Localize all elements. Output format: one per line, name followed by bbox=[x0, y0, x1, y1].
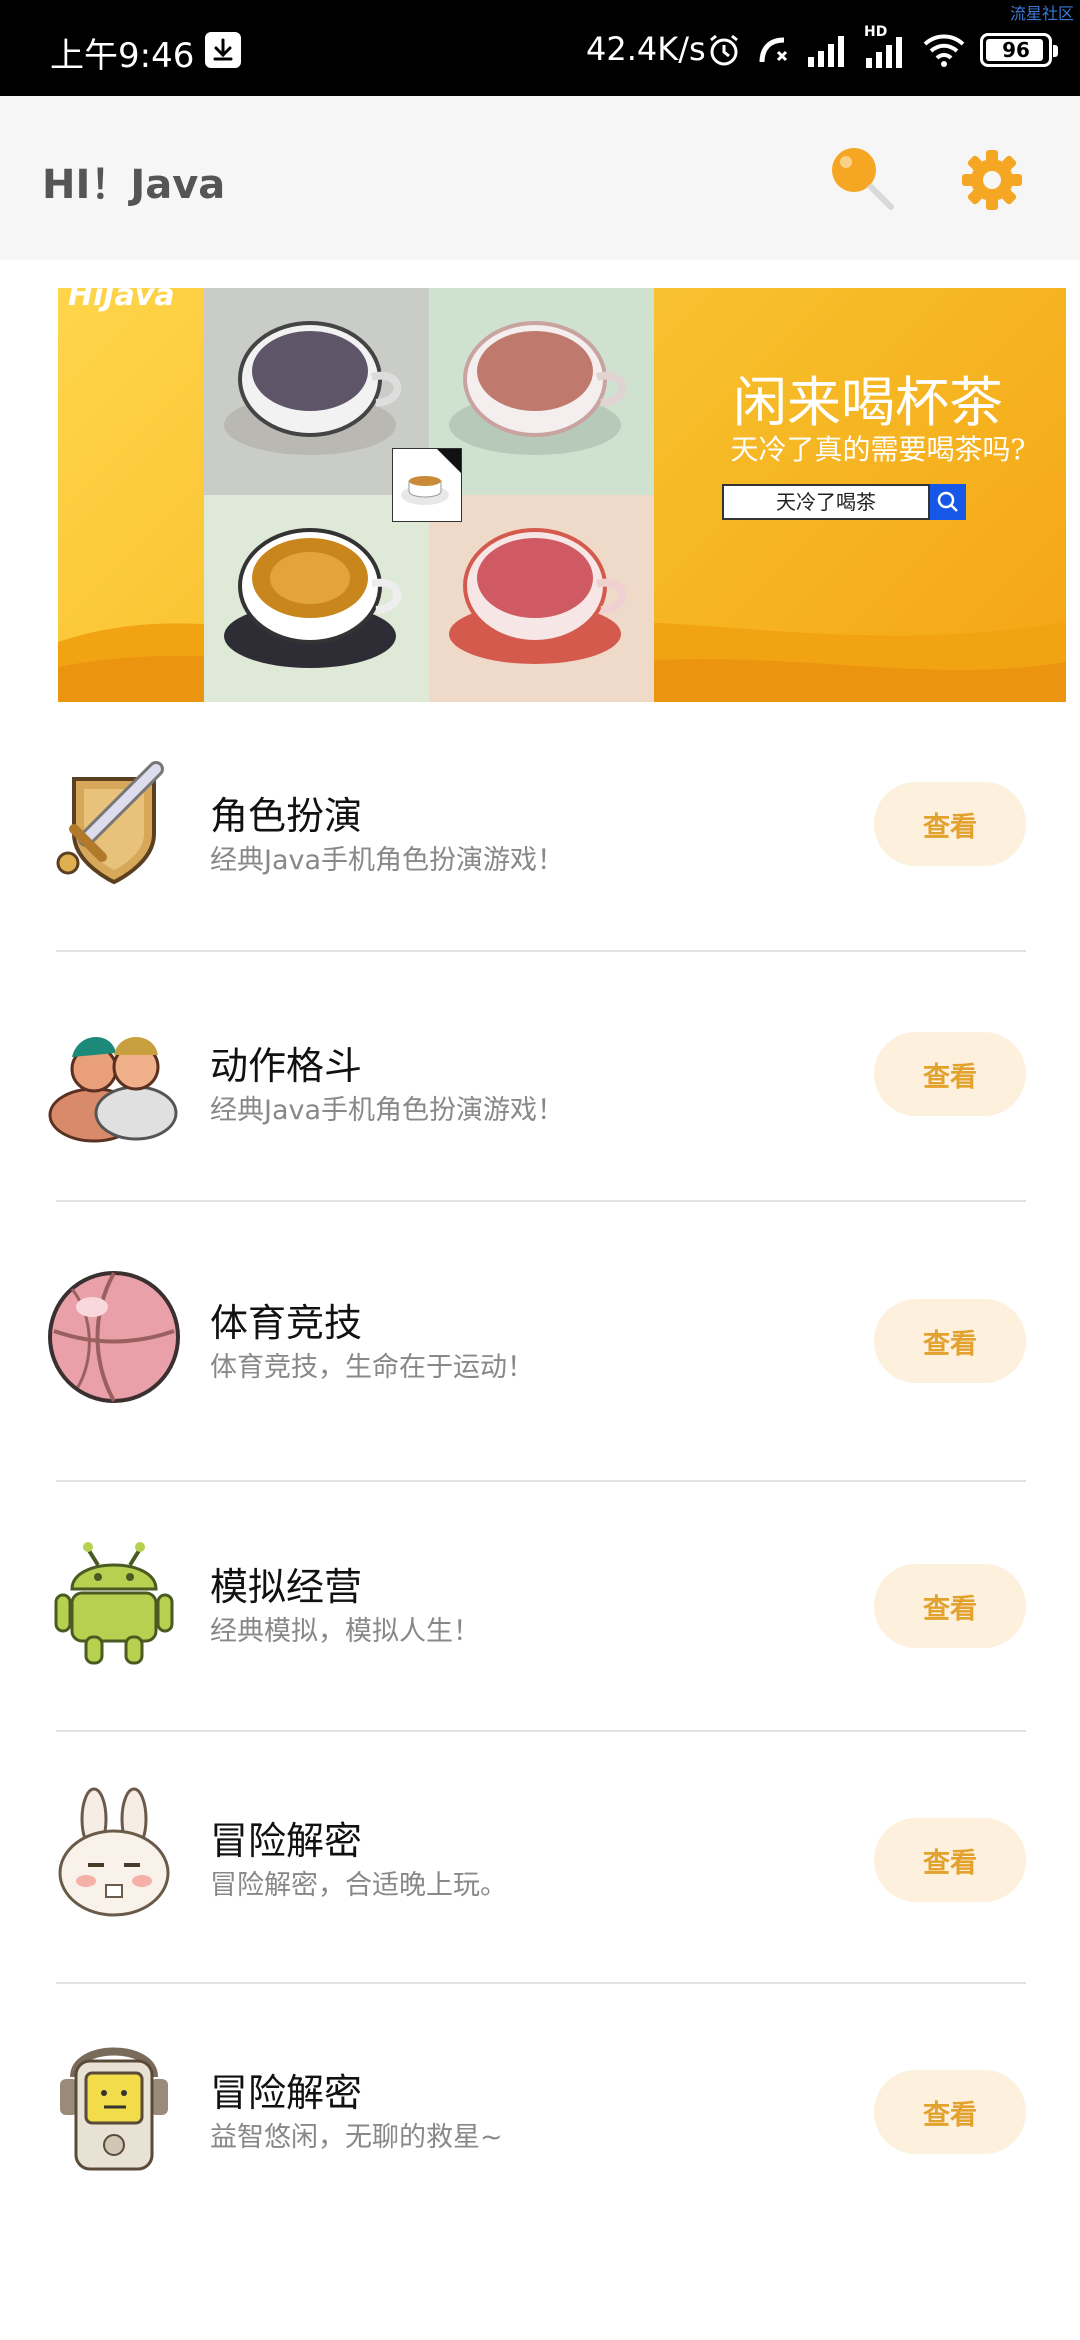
battery-level: 96 bbox=[1002, 38, 1030, 62]
settings-icon[interactable] bbox=[958, 146, 1026, 214]
list-item[interactable]: 角色扮演 经典Java手机角色扮演游戏！ 查看 bbox=[0, 702, 1080, 952]
view-button[interactable]: 查看 bbox=[874, 782, 1026, 866]
banner-subheadline: 天冷了真的需要喝茶吗? bbox=[730, 433, 1026, 466]
item-description: 冒险解密，合适晚上玩。 bbox=[210, 1870, 507, 1901]
item-description: 经典Java手机角色扮演游戏！ bbox=[210, 845, 565, 876]
watermark: 流星社区 bbox=[1009, 4, 1074, 23]
fighters-icon bbox=[44, 1007, 184, 1147]
item-title: 模拟经营 bbox=[210, 1565, 363, 1609]
call-forward-icon bbox=[756, 32, 792, 68]
rabbit-icon bbox=[44, 1785, 184, 1925]
battery-icon: 96 bbox=[980, 33, 1058, 67]
item-description: 经典Java手机角色扮演游戏！ bbox=[210, 1095, 565, 1126]
view-button[interactable]: 查看 bbox=[874, 1818, 1026, 1902]
wifi-icon bbox=[922, 33, 966, 67]
android-icon bbox=[44, 1531, 184, 1671]
alarm-icon bbox=[706, 32, 742, 68]
app-title: HI！Java bbox=[42, 162, 226, 208]
list-item[interactable]: 冒险解密 冒险解密，合适晚上玩。 查看 bbox=[0, 1730, 1080, 1980]
list-item[interactable]: 冒险解密 益智悠闲，无聊的救星~ 查看 bbox=[0, 1982, 1080, 2232]
search-icon bbox=[930, 484, 966, 520]
list-item[interactable]: 模拟经营 经典模拟，模拟人生！ 查看 bbox=[0, 1476, 1080, 1726]
view-button[interactable]: 查看 bbox=[874, 2070, 1026, 2154]
tea-cup-image bbox=[429, 495, 654, 702]
list-item[interactable]: 动作格斗 经典Java手机角色扮演游戏！ 查看 bbox=[0, 952, 1080, 1202]
net-speed: 42.4K/s bbox=[586, 30, 706, 68]
tea-cup-image bbox=[429, 288, 654, 495]
item-description: 益智悠闲，无聊的救星~ bbox=[210, 2122, 503, 2153]
banner-headline: 闲来喝杯茶 bbox=[733, 371, 1003, 434]
item-title: 冒险解密 bbox=[210, 2071, 363, 2115]
item-title: 体育竞技 bbox=[210, 1301, 363, 1345]
status-time: 上午9:46 bbox=[50, 36, 195, 76]
view-button[interactable]: 查看 bbox=[874, 1032, 1026, 1116]
music-player-icon bbox=[44, 2037, 184, 2177]
list-item[interactable]: 体育竞技 体育竞技，生命在于运动！ 查看 bbox=[0, 1212, 1080, 1462]
item-title: 角色扮演 bbox=[210, 794, 363, 838]
item-description: 经典模拟，模拟人生！ bbox=[210, 1616, 480, 1647]
banner-search: 天冷了喝茶 bbox=[722, 484, 966, 520]
banner-watermark: HiJava bbox=[68, 288, 175, 313]
hd-signal-icon: HD bbox=[864, 24, 908, 68]
view-button[interactable]: 查看 bbox=[874, 1564, 1026, 1648]
sword-shield-icon bbox=[44, 757, 184, 897]
signal-icon bbox=[806, 33, 850, 67]
item-title: 动作格斗 bbox=[210, 1044, 363, 1088]
search-icon[interactable] bbox=[826, 142, 898, 214]
tea-thumbnail bbox=[392, 448, 462, 522]
hd-label: HD bbox=[864, 24, 888, 40]
item-description: 体育竞技，生命在于运动！ bbox=[210, 1352, 534, 1383]
view-button[interactable]: 查看 bbox=[874, 1299, 1026, 1383]
app-bar: HI！Java bbox=[0, 96, 1080, 260]
promo-banner[interactable]: HiJava 闲来喝杯茶 天冷了真的需要喝茶吗? 天冷了喝茶 bbox=[58, 288, 1066, 702]
tea-cup-image bbox=[204, 495, 429, 702]
download-icon bbox=[205, 32, 241, 68]
item-title: 冒险解密 bbox=[210, 1819, 363, 1863]
banner-search-input: 天冷了喝茶 bbox=[722, 484, 930, 520]
ball-icon bbox=[44, 1267, 184, 1407]
divider bbox=[56, 1200, 1026, 1202]
status-bar: 上午9:46 42.4K/s HD 96 bbox=[0, 0, 1080, 96]
